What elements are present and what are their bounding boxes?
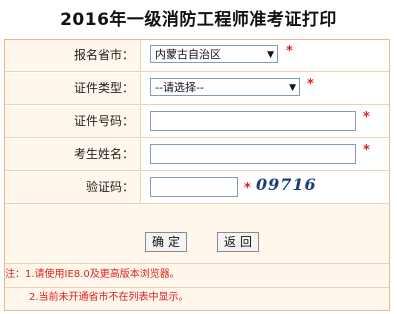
province-row: 报名省市： 内蒙古自治区 ▼ * <box>5 40 389 72</box>
confirm-button[interactable]: 确定 <box>145 232 187 252</box>
idnum-cell: * <box>141 106 389 137</box>
idtype-row: 证件类型： --请选择-- ▼ * <box>5 73 389 105</box>
idtype-label: 证件类型： <box>5 73 141 104</box>
captcha-input[interactable] <box>150 177 238 197</box>
note-line-1: 注：1.请使用IE8.0及更高版本浏览器。 <box>5 264 389 288</box>
page-title: 2016年一级消防工程师准考证打印 <box>60 10 337 30</box>
idtype-select-value: --请选择-- <box>155 81 204 94</box>
name-cell: * <box>141 139 389 170</box>
required-mark: * <box>286 44 293 59</box>
name-row: 考生姓名： * <box>5 139 389 171</box>
required-mark: * <box>307 77 314 92</box>
idtype-select[interactable]: --请选择-- ▼ <box>150 78 300 96</box>
idnum-row: 证件号码： * <box>5 106 389 138</box>
chevron-down-icon: ▼ <box>289 83 296 93</box>
province-label: 报名省市： <box>5 40 141 71</box>
chevron-down-icon: ▼ <box>267 50 274 60</box>
captcha-label: 验证码： <box>5 172 141 203</box>
captcha-row: 验证码： * 09716 <box>5 172 389 204</box>
captcha-cell: * 09716 <box>141 172 389 203</box>
required-mark: * <box>244 181 251 196</box>
idtype-cell: --请选择-- ▼ * <box>141 73 389 104</box>
province-select[interactable]: 内蒙古自治区 ▼ <box>150 45 278 63</box>
captcha-image[interactable]: 09716 <box>256 175 316 197</box>
back-button[interactable]: 返回 <box>217 232 259 252</box>
idnum-label: 证件号码： <box>5 106 141 137</box>
required-mark: * <box>363 110 370 125</box>
province-cell: 内蒙古自治区 ▼ * <box>141 40 389 71</box>
name-label: 考生姓名： <box>5 139 141 170</box>
province-select-value: 内蒙古自治区 <box>155 48 221 61</box>
name-input[interactable] <box>150 144 356 164</box>
button-area: 确定 返回 <box>5 204 389 264</box>
idnum-input[interactable] <box>150 111 356 131</box>
required-mark: * <box>363 143 370 158</box>
note-line-2: 2.当前未开通省市不在列表中显示。 <box>5 288 389 310</box>
exam-ticket-form: 报名省市： 内蒙古自治区 ▼ * 证件类型： --请选择-- ▼ * 证件号码：… <box>4 39 390 311</box>
